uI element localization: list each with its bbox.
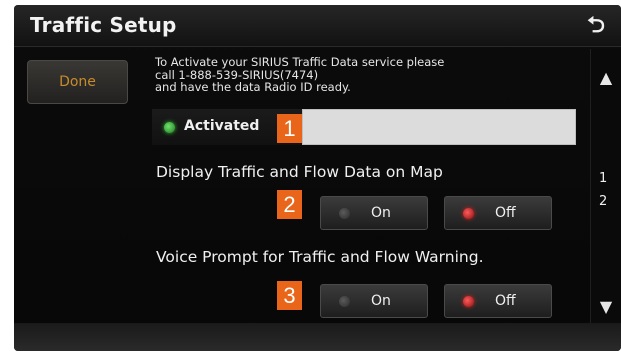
indicator-on-icon [463,296,474,307]
traffic-setup-screen: Traffic Setup ⮌ Done To Activate your SI… [14,5,621,351]
voice-prompt-label: Voice Prompt for Traffic and Flow Warnin… [156,248,484,266]
indicator-on-icon [463,208,474,219]
triangle-up-icon: ▲ [599,67,613,87]
option-label: On [371,293,391,309]
back-button[interactable]: ⮌ [575,13,617,41]
info-line-3: and have the data Radio ID ready. [155,80,351,94]
activated-label: Activated [184,118,260,134]
voice-prompt-on-button[interactable]: On [320,284,428,318]
scroll-down-button[interactable]: ▼ [594,292,618,320]
back-arrow-icon: ⮌ [587,13,605,38]
option-label: Off [495,293,516,309]
scroll-up-button[interactable]: ▲ [594,63,618,91]
activation-info: To Activate your SIRIUS Traffic Data ser… [155,56,575,94]
display-traffic-on-button[interactable]: On [320,196,428,230]
info-line-1: To Activate your SIRIUS Traffic Data ser… [155,55,445,69]
triangle-down-icon: ▼ [599,296,613,316]
callout-badge-2: 2 [277,190,302,219]
option-label: Off [495,205,516,221]
option-label: On [371,205,391,221]
indicator-off-icon [339,208,350,219]
display-traffic-label: Display Traffic and Flow Data on Map [156,163,443,181]
page-title: Traffic Setup [30,13,177,37]
done-button[interactable]: Done [27,60,128,104]
page-number-1[interactable]: 1 [599,171,607,186]
title-bar: Traffic Setup ⮌ [14,5,621,47]
bottom-bar [14,323,621,351]
callout-badge-1: 1 [277,114,302,143]
display-traffic-off-button[interactable]: Off [444,196,552,230]
voice-prompt-off-button[interactable]: Off [444,284,552,318]
radio-id-field [302,109,576,145]
page-number-2[interactable]: 2 [599,194,607,209]
callout-badge-3: 3 [277,281,302,310]
indicator-off-icon [339,296,350,307]
activated-indicator-icon [164,122,175,133]
